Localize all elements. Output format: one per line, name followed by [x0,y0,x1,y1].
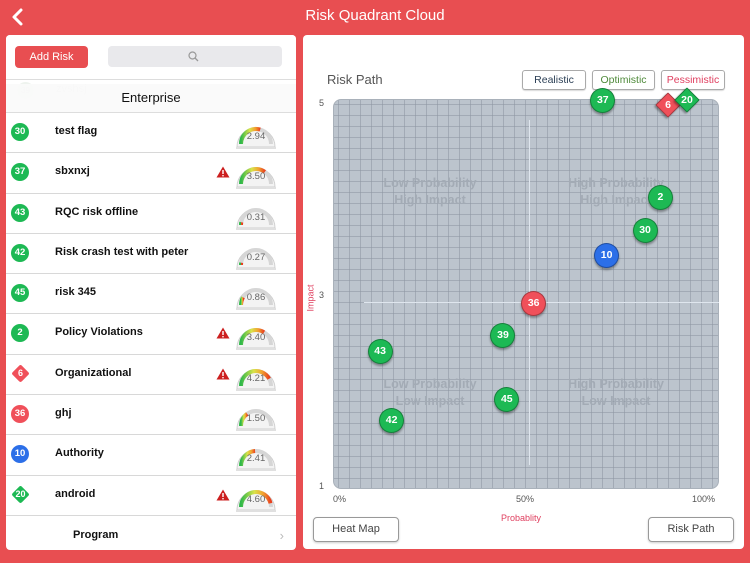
risk-badge: 36 [11,405,29,424]
risk-list-item[interactable]: 43 RQC risk offline 0.31 [6,194,296,234]
risk-score: 1.50 [246,413,266,425]
search-input[interactable] [108,46,282,67]
risk-score: 2.94 [246,131,266,142]
point-label: 20 [681,94,694,106]
x-axis-label: Probablity [501,513,542,523]
risk-score-gauge: 2.94 [234,116,278,150]
optimistic-button[interactable]: Optimistic [592,70,655,90]
risk-score-gauge: 3.50 [234,156,278,190]
risk-badge: 37 [11,163,29,182]
risk-point-39[interactable]: 39 [490,323,516,349]
section-header: Enterprise [6,84,296,113]
x-tick-0: 0% [333,494,347,504]
risk-list-item[interactable]: 20 android 4.60 [6,476,296,516]
panel-title: Risk Path [327,72,383,87]
risk-score-gauge: 3.40 [234,317,278,351]
risk-score-gauge: 1.50 [234,398,278,432]
y-tick-5: 5 [319,98,325,108]
risk-point-36[interactable]: 36 [521,291,547,317]
risk-badge: 20 [11,484,30,504]
risk-score: 4.21 [246,372,266,384]
risk-name: test flag [55,125,98,137]
risk-badge: 43 [11,203,29,222]
risk-list-item[interactable]: 2 Policy Violations 3.40 [6,314,296,355]
warning-icon [216,489,230,501]
risk-point-20[interactable]: 20 [674,87,700,113]
risk-score: 0.27 [246,251,266,263]
chevron-right-icon: › [279,527,284,543]
risk-badge: 30 [11,123,29,141]
risk-score-gauge: 0.86 [234,277,278,311]
risk-badge: 45 [11,284,29,303]
risk-score-gauge: 4.60 [234,479,278,513]
quadrant-label-bottom-right: High Probability Low Impact [568,377,664,408]
y-tick-1: 1 [319,481,325,491]
risk-point-30[interactable]: 30 [632,218,658,244]
risk-list-item[interactable]: 36 ghj 1.50 [6,395,296,436]
risk-score-gauge: 2.41 [234,438,278,472]
risk-name: Policy Violations [55,326,143,339]
search-icon [188,51,199,62]
risk-name: risk 345 [55,286,96,299]
risk-score-gauge: 0.27 [234,237,278,271]
risk-name: android [55,487,96,500]
risk-score: 0.86 [246,292,266,304]
list-toolbar: Add Risk [6,35,296,80]
warning-icon [216,368,230,380]
badge-number: 6 [17,367,23,378]
risk-point-43[interactable]: 43 [367,338,393,364]
heat-map-button[interactable]: Heat Map [313,517,399,542]
risk-path-panel: Risk Path Realistic Optimistic Pessimist… [303,35,744,549]
risk-list-item[interactable]: 37 sbxnxj 3.50 [6,153,296,194]
warning-icon [216,327,230,339]
page-title: Risk Quadrant Cloud [305,7,445,24]
risk-score-gauge: 4.21 [234,358,278,392]
badge-number: 20 [15,488,26,499]
risk-point-45[interactable]: 45 [494,387,520,413]
risk-list-item[interactable]: 45 risk 345 0.86 [6,274,296,315]
quadrant-label-top-left: Low Probability High Impact [383,176,477,207]
add-risk-button[interactable]: Add Risk [15,46,88,68]
x-tick-50: 50% [516,494,535,504]
risk-badge: 6 [11,364,30,383]
risk-name: Risk crash test with peter [55,245,189,258]
risk-point-2[interactable]: 2 [647,184,673,210]
program-label: Program [73,528,119,541]
risk-name: RQC risk offline [55,205,139,218]
risk-score: 3.40 [246,332,266,344]
risk-list-item[interactable]: 42 Risk crash test with peter 0.27 [6,234,296,275]
risk-badge: 42 [11,243,29,262]
risk-path-button[interactable]: Risk Path [648,517,734,542]
risk-point-37[interactable]: 37 [590,87,616,113]
risk-list: 30 test flag 2.94 37 sbxnxj 3.50 43 RQC … [6,113,296,550]
warning-icon [216,166,230,178]
realistic-button[interactable]: Realistic [522,70,586,90]
nav-bar: Risk Quadrant Cloud [0,0,750,34]
risk-badge: 2 [11,324,29,343]
risk-point-10[interactable]: 10 [594,242,620,268]
y-tick-3: 3 [319,290,325,300]
x-tick-100: 100% [692,494,716,504]
program-section-row[interactable]: Program › [6,516,296,550]
risk-score-gauge: 0.31 [234,197,278,231]
risk-list-item[interactable]: 6 Organizational 4.21 [6,355,296,396]
risk-score: 0.31 [246,211,266,223]
risk-name: sbxnxj [55,165,90,178]
risk-point-42[interactable]: 42 [379,407,405,433]
risk-score: 2.41 [246,453,266,465]
quadrant-plot: Low Probability High Impact High Probabil… [333,87,719,489]
pessimistic-button[interactable]: Pessimistic [661,70,725,90]
quadrant-label-bottom-left: Low Probability Low Impact [383,377,477,408]
risk-list-item[interactable]: 30 test flag 2.94 [6,113,296,154]
risk-list-panel: Add Risk 39 zvshsj Enterprise 30 test fl… [6,35,296,550]
risk-name: ghj [55,407,72,420]
risk-list-item[interactable]: 10 Authority 2.41 [6,435,296,476]
risk-score: 3.50 [246,171,266,183]
risk-name: Organizational [55,366,132,379]
y-axis-label: Impact [305,284,316,312]
risk-name: Authority [55,447,104,460]
risk-score: 4.60 [246,493,266,505]
risk-badge: 10 [11,445,29,464]
